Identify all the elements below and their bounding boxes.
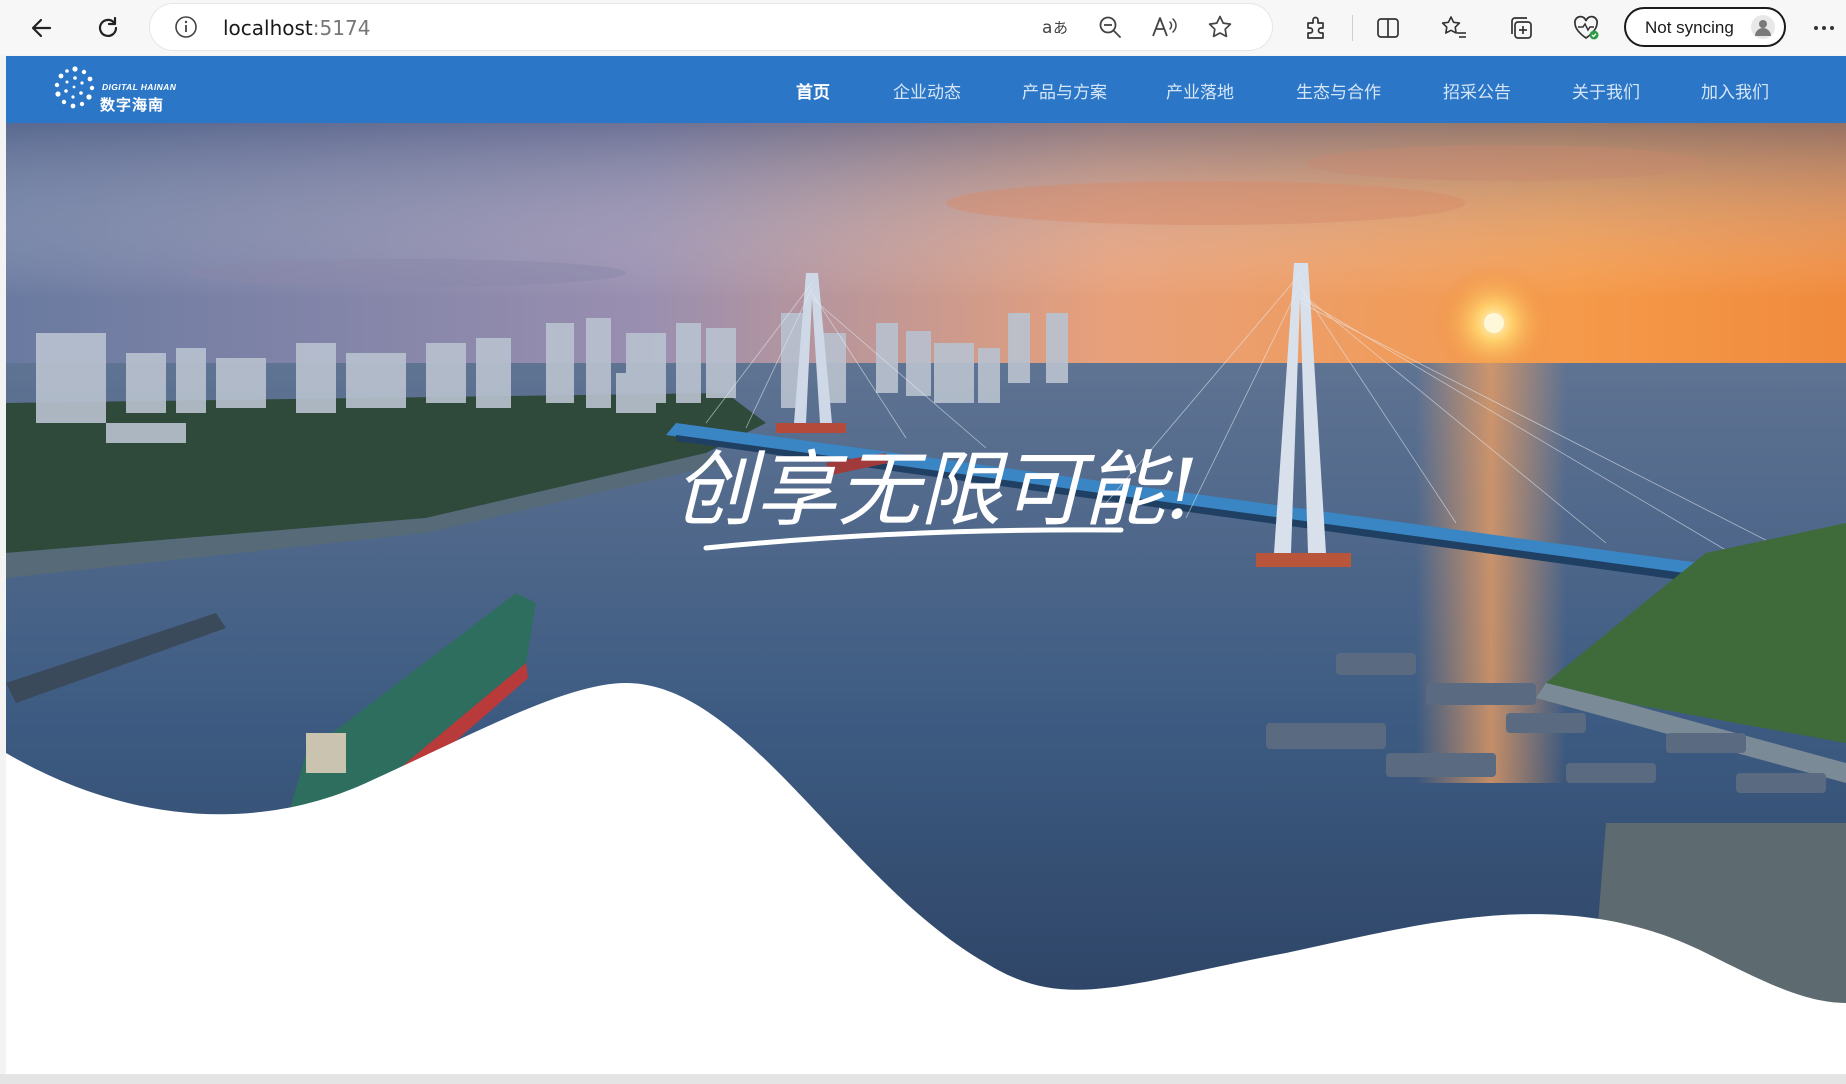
extensions-button[interactable] bbox=[1300, 12, 1332, 44]
favorites-button[interactable] bbox=[1438, 12, 1470, 44]
nav-ecosystem[interactable]: 生态与合作 bbox=[1296, 78, 1381, 103]
hero-banner-image: 创享无限可能! bbox=[6, 123, 1846, 1074]
translate-button[interactable]: aあ bbox=[1042, 13, 1070, 41]
url-text[interactable]: localhost:5174 bbox=[223, 16, 370, 40]
collections-icon bbox=[1511, 17, 1532, 39]
nav-join[interactable]: 加入我们 bbox=[1701, 78, 1769, 103]
more-menu-button[interactable] bbox=[1808, 12, 1840, 44]
heart-pulse-icon bbox=[1574, 15, 1599, 40]
nav-industry[interactable]: 产业落地 bbox=[1166, 78, 1234, 103]
url-port: :5174 bbox=[312, 16, 371, 40]
nav-home[interactable]: 首页 bbox=[796, 78, 830, 103]
collections-button[interactable] bbox=[1505, 12, 1537, 44]
browser-toolbar: localhost:5174 aあ Not syncing bbox=[0, 0, 1846, 55]
address-bar[interactable]: localhost:5174 aあ bbox=[150, 4, 1272, 50]
split-screen-button[interactable] bbox=[1372, 12, 1404, 44]
puzzle-icon bbox=[1307, 16, 1324, 39]
profile-avatar-icon bbox=[1751, 15, 1775, 39]
url-host: localhost bbox=[223, 16, 313, 40]
site-header: DIGITAL HAINAN 数字海南 首页 企业动态 产品与方案 产业落地 生… bbox=[6, 56, 1846, 123]
nav-procurement[interactable]: 招采公告 bbox=[1443, 78, 1511, 103]
toolbar-divider bbox=[1352, 15, 1353, 41]
profile-sync-button[interactable]: Not syncing bbox=[1624, 7, 1786, 47]
svg-text:a: a bbox=[1042, 18, 1052, 38]
translate-icon: aあ bbox=[1042, 18, 1068, 38]
split-screen-icon bbox=[1377, 18, 1399, 38]
sync-label: Not syncing bbox=[1645, 18, 1734, 37]
refresh-button[interactable] bbox=[88, 10, 128, 46]
nav-about[interactable]: 关于我们 bbox=[1572, 78, 1640, 103]
star-icon bbox=[1208, 15, 1232, 38]
main-navigation: 首页 企业动态 产品与方案 产业落地 生态与合作 招采公告 关于我们 加入我们 bbox=[6, 56, 1846, 123]
read-aloud-button[interactable] bbox=[1150, 13, 1178, 41]
browser-essentials-button[interactable] bbox=[1570, 12, 1602, 44]
favorite-button[interactable] bbox=[1206, 13, 1234, 41]
svg-text:あ: あ bbox=[1053, 19, 1068, 37]
page-viewport: DIGITAL HAINAN 数字海南 首页 企业动态 产品与方案 产业落地 生… bbox=[6, 56, 1846, 1074]
zoom-out-button[interactable] bbox=[1096, 13, 1124, 41]
nav-company-news[interactable]: 企业动态 bbox=[893, 78, 961, 103]
hero-slogan: 创享无限可能! bbox=[674, 443, 1199, 538]
favorites-list-icon bbox=[1441, 16, 1466, 38]
more-icon bbox=[1814, 26, 1834, 30]
window-bottom-edge bbox=[0, 1074, 1846, 1084]
back-button[interactable] bbox=[22, 10, 62, 46]
nav-products-solutions[interactable]: 产品与方案 bbox=[1022, 78, 1107, 103]
refresh-icon bbox=[98, 16, 118, 37]
site-info-icon[interactable] bbox=[174, 15, 198, 39]
back-arrow-icon bbox=[31, 18, 52, 38]
read-aloud-icon bbox=[1152, 17, 1177, 37]
zoom-out-icon bbox=[1099, 16, 1121, 38]
